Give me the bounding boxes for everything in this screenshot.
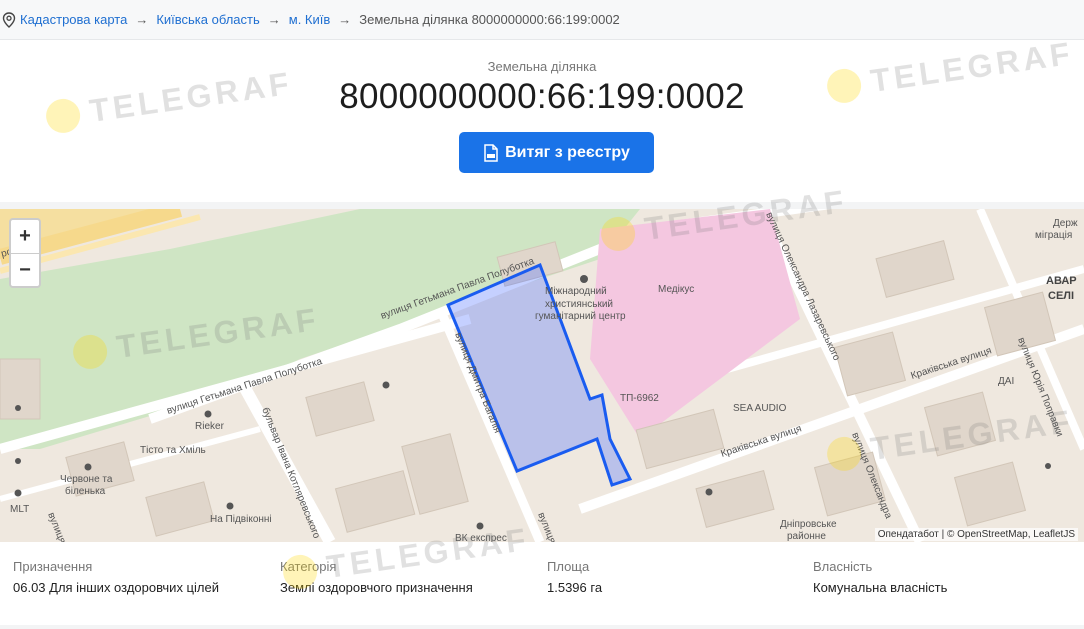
map-poi: СЕЛІ <box>1048 290 1074 302</box>
map-poi: біленька <box>65 485 106 497</box>
shop-icon <box>382 381 390 389</box>
registry-extract-label: Витяг з реєстру <box>505 143 630 161</box>
breadcrumb-link-cadastral-map[interactable]: Кадастрова карта <box>20 12 127 27</box>
marker-icon <box>1045 463 1051 469</box>
map-poi: ДАІ <box>998 376 1014 387</box>
map-poi: SEA AUDIO <box>733 403 787 414</box>
breadcrumb-separator: → <box>338 12 352 27</box>
map-poi: Червоне та <box>60 474 113 485</box>
map-poi: ТП-6962 <box>620 393 659 404</box>
map-poi: Міжнародний <box>545 286 607 297</box>
map-poi: Держ <box>1053 218 1078 229</box>
info-label: Площа <box>547 559 590 574</box>
map-poi: районне <box>787 531 826 542</box>
map-poi: АВАР <box>1046 275 1077 287</box>
map-poi: християнський <box>545 299 613 310</box>
info-value: Землі оздоровчого призначення <box>280 580 473 595</box>
page-title: 8000000000:66:199:0002 <box>339 77 745 116</box>
map-poi: міграція <box>1035 230 1072 241</box>
breadcrumb-current: Земельна ділянка 8000000000:66:199:0002 <box>359 12 620 27</box>
clothes-icon <box>14 489 22 497</box>
map-poi: гуманітарний центр <box>535 311 626 322</box>
map-label: Краківська вулиця <box>720 423 804 460</box>
info-value: 06.03 Для інших оздоровчих цілей <box>13 580 219 595</box>
map-poi: ВК експрес <box>455 533 507 542</box>
registry-extract-button[interactable]: Витяг з реєстру <box>459 132 654 173</box>
info-label: Призначення <box>13 559 93 574</box>
page-subtitle: Земельна ділянка <box>487 59 597 74</box>
shop-icon <box>476 522 484 530</box>
map-poi: Медікус <box>658 284 694 295</box>
shop-icon <box>226 502 234 510</box>
map-poi: На Підвіконні <box>210 514 272 525</box>
breadcrumb: Кадастрова карта → Київська область → м.… <box>0 0 1084 40</box>
breadcrumb-separator: → <box>267 12 281 27</box>
parcel-header: Земельна ділянка 8000000000:66:199:0002 … <box>0 40 1084 202</box>
info-category: Категорія Землі оздоровчого призначення <box>280 559 473 595</box>
shop-icon <box>204 410 212 418</box>
info-value: Комунальна власність <box>813 580 948 595</box>
cadastral-map[interactable]: вулиця Гетьмана Павла Полуботка вулиця Г… <box>0 209 1084 542</box>
pdf-file-icon <box>484 143 498 162</box>
map-attribution[interactable]: Опендатабот | © OpenStreetMap, LeafletJS <box>874 528 1078 541</box>
breadcrumb-separator: → <box>135 12 149 27</box>
location-pin-icon <box>2 11 16 28</box>
marker-icon <box>15 405 21 411</box>
map-poi: MLT <box>10 504 29 515</box>
info-purpose: Призначення 06.03 Для інших оздоровчих ц… <box>13 559 219 595</box>
info-ownership: Власність Комунальна власність <box>813 559 947 595</box>
map-poi: Rieker <box>195 421 225 432</box>
breadcrumb-link-kyiv-region[interactable]: Київська область <box>156 12 259 27</box>
zoom-out-button[interactable]: − <box>11 254 39 287</box>
map-poi: Тісто та Хміль <box>140 445 206 456</box>
info-value: 1.5396 га <box>547 580 603 595</box>
map-tiles: вулиця Гетьмана Павла Полуботка вулиця Г… <box>0 209 1084 542</box>
info-area: Площа 1.5396 га <box>547 559 602 595</box>
marker-icon <box>15 458 21 464</box>
building-icon <box>580 275 588 283</box>
parcel-info: Призначення 06.03 Для інших оздоровчих ц… <box>0 542 1084 625</box>
shop-icon <box>705 488 713 496</box>
info-label: Категорія <box>280 559 337 574</box>
breadcrumb-link-kyiv-city[interactable]: м. Київ <box>289 12 331 27</box>
map-zoom-control: + − <box>9 218 41 288</box>
info-label: Власність <box>813 559 873 574</box>
map-label: вулиця <box>45 511 67 542</box>
zoom-in-button[interactable]: + <box>11 220 39 254</box>
map-poi: Дніпровське <box>780 519 837 530</box>
bar-icon <box>84 463 92 471</box>
